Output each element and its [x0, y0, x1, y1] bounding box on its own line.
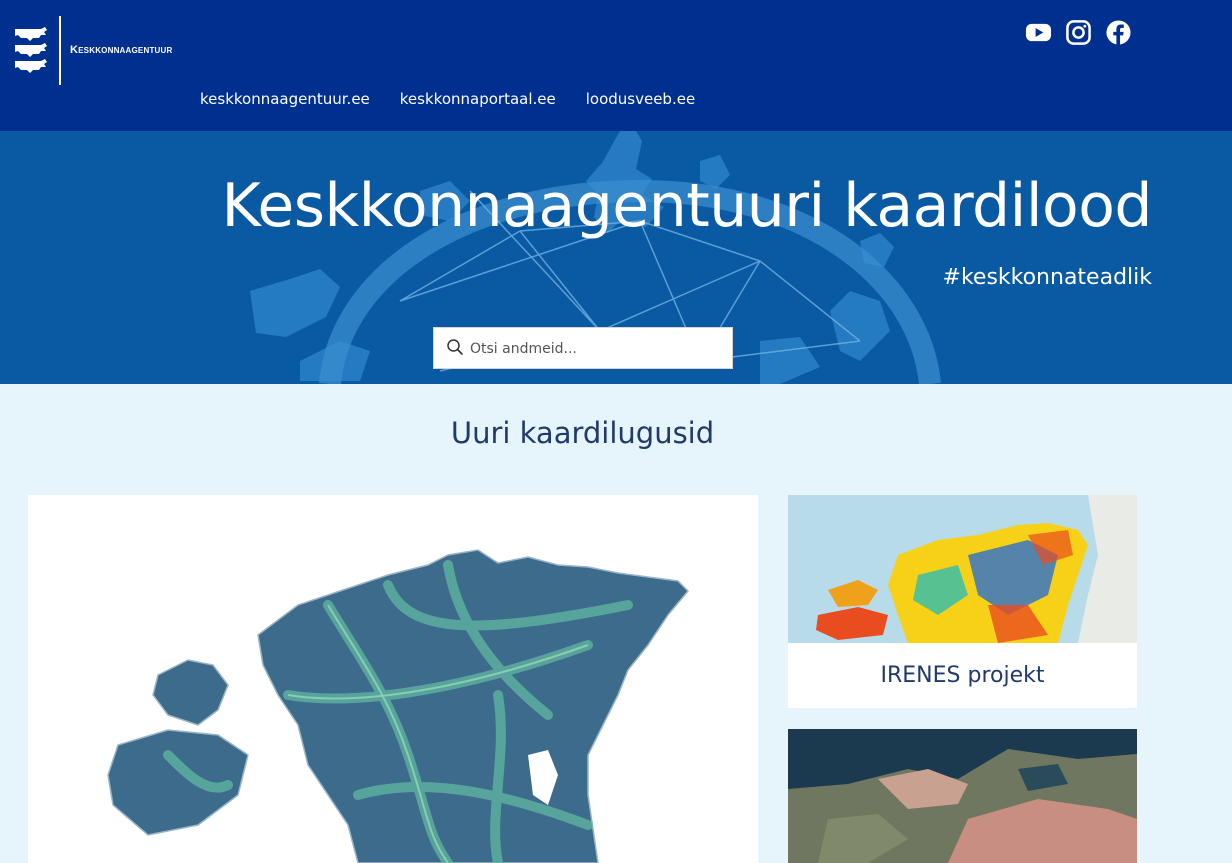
- brand-name[interactable]: Keskkonnaagentuur: [70, 44, 172, 56]
- top-header: Keskkonnaagentuur keskkonnaagentuur.ee k…: [0, 0, 1232, 131]
- logo-divider: [59, 16, 61, 85]
- story-card-satellite[interactable]: [788, 729, 1137, 863]
- section-title: Uuri kaardilugusid: [450, 416, 715, 450]
- top-nav: keskkonnaagentuur.ee keskkonnaportaal.ee…: [200, 90, 725, 108]
- nav-link-keskkonnaportaal[interactable]: keskkonnaportaal.ee: [400, 90, 556, 108]
- hero-banner: Keskkonnaagentuuri kaardilood #keskkonna…: [0, 131, 1232, 384]
- hashtag: #keskkonnateadlik: [942, 265, 1152, 290]
- page-title: Keskkonnaagentuuri kaardilood: [221, 171, 1153, 241]
- youtube-icon[interactable]: [1025, 19, 1052, 46]
- estonia-map-thumbnail: [28, 495, 758, 863]
- facebook-icon[interactable]: [1105, 19, 1132, 46]
- story-card-forest-map[interactable]: [28, 495, 758, 863]
- story-card-irenes[interactable]: IRENES projekt: [788, 495, 1137, 708]
- search-icon: [447, 339, 463, 355]
- story-card-title[interactable]: IRENES projekt: [788, 643, 1137, 708]
- instagram-icon[interactable]: [1065, 19, 1092, 46]
- coat-of-arms-logo-icon[interactable]: [13, 26, 49, 76]
- search-box[interactable]: [433, 327, 733, 370]
- irenes-map-thumbnail: [788, 495, 1137, 643]
- nav-link-keskkonnaagentuur[interactable]: keskkonnaagentuur.ee: [200, 90, 370, 108]
- satellite-map-thumbnail: [788, 729, 1137, 863]
- search-input[interactable]: [468, 328, 728, 370]
- nav-link-loodusveeb[interactable]: loodusveeb.ee: [586, 90, 695, 108]
